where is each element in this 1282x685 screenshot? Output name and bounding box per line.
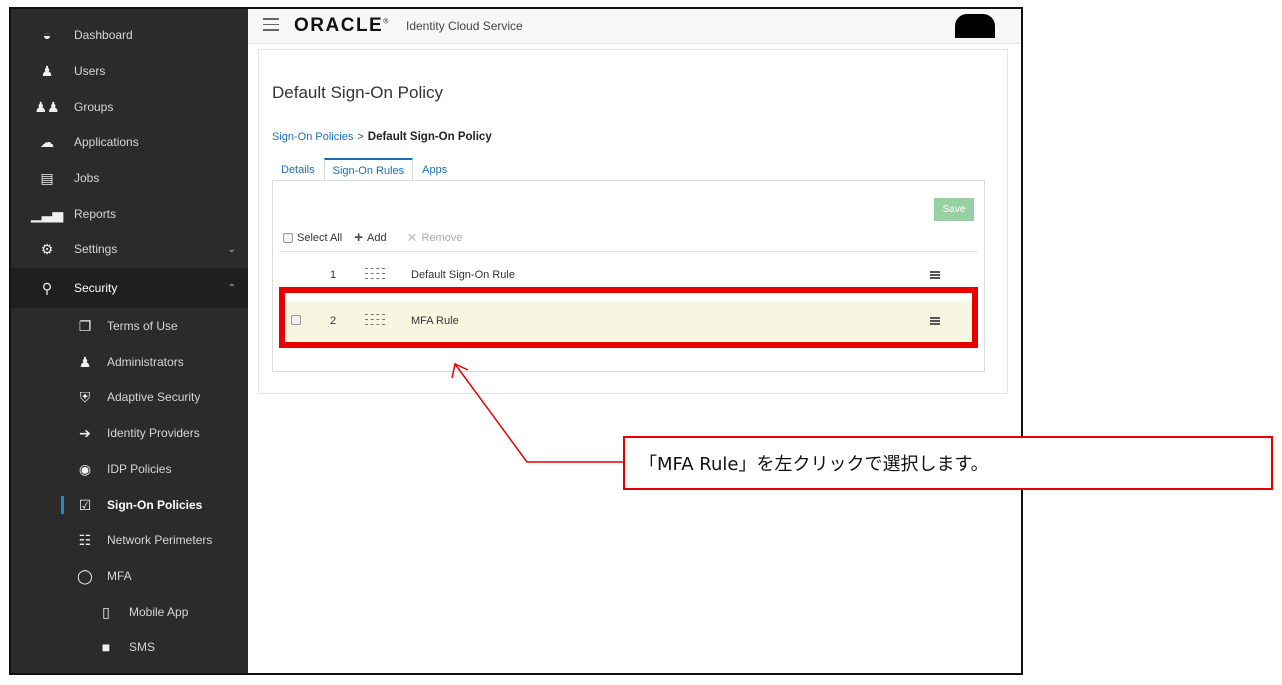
rule-number: 1 [330,269,337,281]
rule-number: 2 [330,315,337,327]
checklist-icon: ☑ [78,496,92,513]
network-icon: ☷ [78,531,92,548]
table-row-selected[interactable]: 2 MFA Rule [279,301,978,341]
hamburger-menu-icon[interactable] [263,18,279,31]
documents-icon: ❐ [78,317,92,334]
page-title: Default Sign-On Policy [272,83,444,102]
add-button[interactable]: + Add [354,229,386,246]
rule-name: MFA Rule [411,315,459,327]
jobs-icon: ▤ [40,169,54,186]
tab-sign-on-rules[interactable]: Sign-On Rules [323,158,414,180]
save-button[interactable]: Save [934,198,974,221]
sidebar-item-network-perimeters[interactable]: ☷ Network Perimeters [11,523,248,557]
sidebar-item-mobile-app[interactable]: ▯ Mobile App [11,595,248,629]
plus-icon: + [354,229,364,246]
sidebar-item-sign-on-policies[interactable]: ☑ Sign-On Policies [11,488,248,522]
select-all-control[interactable]: Select All [283,232,342,244]
sidebar-item-applications[interactable]: ☁ Applications [11,125,248,159]
chevron-down-icon: ⌄ [227,243,236,255]
breadcrumb-current: Default Sign-On Policy [367,131,492,143]
top-header: ORACLE® Identity Cloud Service [248,9,1021,44]
bar-chart-icon: ▁▃▅ [30,205,64,222]
chevron-up-icon: ⌃ [227,282,236,294]
add-label: Add [367,231,387,244]
group-icon: ♟♟ [34,98,60,115]
tab-details[interactable]: Details [272,158,324,180]
screenshot-frame: ◒ Dashboard ♟ Users ♟♟ Groups ☁ Applicat… [9,7,1023,675]
key-icon: ⚲ [41,279,53,296]
row-checkbox[interactable] [291,314,305,328]
sidebar-item-idp-policies[interactable]: ◉ IDP Policies [11,452,248,486]
sidebar-item-reports[interactable]: ▁▃▅ Reports [11,197,248,231]
annotation-callout: 「MFA Rule」を左クリックで選択します。 [623,436,1273,490]
select-all-checkbox[interactable] [283,232,293,243]
gear-icon: ⚙ [40,240,54,257]
remove-label: Remove [421,231,463,244]
breadcrumb-sign-on-policies-link[interactable]: Sign-On Policies [272,131,353,143]
divider [279,251,978,252]
select-all-label: Select All [297,231,343,244]
row-menu-icon[interactable] [930,270,940,280]
breadcrumb: Sign-On Policies > Default Sign-On Policy [272,131,492,143]
sign-on-rules-panel: Save Select All + Add ✕ Remove 1 Default… [272,180,985,372]
sidebar-item-administrators[interactable]: ♟ Administrators [11,345,248,379]
admin-icon: ♟ [78,353,92,370]
shield-icon: ⛨ [79,388,91,405]
sidebar-item-terms-of-use[interactable]: ❐ Terms of Use [11,309,248,343]
rule-name: Default Sign-On Rule [411,269,515,281]
sidebar-item-users[interactable]: ♟ Users [11,54,248,88]
mobile-icon: ▯ [102,603,110,620]
remove-button[interactable]: ✕ Remove [407,230,463,246]
sidebar-item-groups[interactable]: ♟♟ Groups [11,90,248,124]
close-icon: ✕ [406,229,418,245]
tab-bar: Details Sign-On Rules Apps [272,158,456,180]
dashboard-icon: ◒ [42,27,52,43]
oracle-logo[interactable]: ORACLE® [294,15,388,37]
user-icon: ♟ [40,62,54,79]
sidebar-item-security[interactable]: ⚲ Security ⌃ [11,268,248,308]
sidebar-item-settings[interactable]: ⚙ Settings ⌄ [11,232,248,266]
sidebar-item-mfa[interactable]: ◯ MFA [11,559,248,593]
rules-toolbar: Select All + Add ✕ Remove [283,229,482,246]
cloud-icon: ☁ [40,133,54,150]
sidebar-item-adaptive-security[interactable]: ⛨ Adaptive Security [11,380,248,414]
avatar[interactable] [955,14,995,38]
service-name: Identity Cloud Service [406,19,523,33]
sidebar-item-sms[interactable]: ■ SMS [11,630,248,664]
policy-icon: ◉ [78,460,92,477]
main-panel: Default Sign-On Policy Sign-On Policies >… [258,49,1008,394]
sidebar-item-identity-providers[interactable]: ➔ Identity Providers [11,416,248,450]
drag-handle-icon[interactable] [365,267,385,283]
row-menu-icon[interactable] [930,316,940,326]
sign-in-icon: ➔ [79,424,91,441]
drag-handle-icon[interactable] [365,313,385,329]
message-icon: ■ [101,639,111,655]
breadcrumb-separator: > [357,131,364,143]
tab-apps[interactable]: Apps [413,158,456,180]
lock-icon: ◯ [77,567,93,584]
table-row[interactable]: 1 Default Sign-On Rule [279,255,978,295]
sidebar: ◒ Dashboard ♟ Users ♟♟ Groups ☁ Applicat… [11,9,248,673]
sidebar-item-dashboard[interactable]: ◒ Dashboard [11,18,248,52]
sidebar-item-jobs[interactable]: ▤ Jobs [11,161,248,195]
